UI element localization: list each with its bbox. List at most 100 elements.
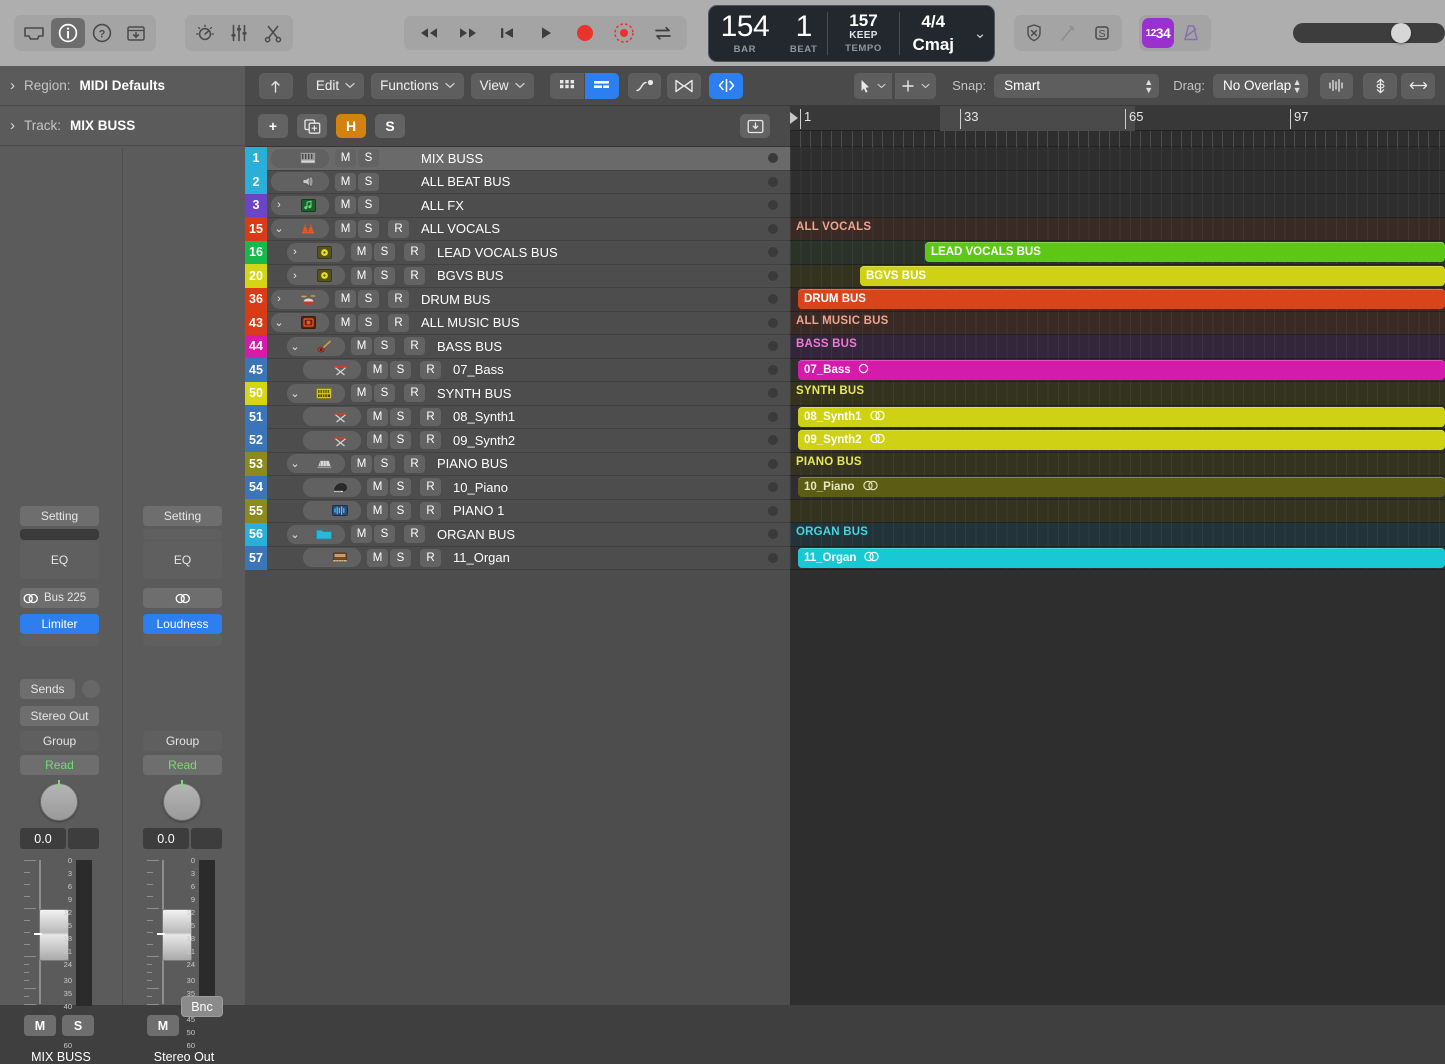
- track-number[interactable]: 45: [245, 358, 267, 382]
- mute-button[interactable]: M: [367, 408, 388, 426]
- track-row[interactable]: 53⌄MSRPIANO BUS: [245, 453, 790, 477]
- solo-button[interactable]: S: [358, 196, 379, 214]
- track-lane[interactable]: DRUM BUS: [790, 288, 1445, 312]
- track-icon-group[interactable]: ›: [271, 290, 329, 309]
- waveform-zoom-icon[interactable]: [1320, 73, 1354, 99]
- flex-icon[interactable]: [667, 73, 701, 99]
- solo-button[interactable]: S: [374, 455, 395, 473]
- track-automation-dot[interactable]: [768, 529, 778, 539]
- track-name[interactable]: ALL VOCALS: [421, 221, 768, 236]
- record-enable-button[interactable]: R: [420, 431, 441, 449]
- track-number[interactable]: 36: [245, 288, 267, 312]
- track-automation-dot[interactable]: [768, 247, 778, 257]
- bounce-button[interactable]: Bnc: [181, 996, 223, 1017]
- hide-tracks-toggle[interactable]: H: [336, 114, 366, 138]
- mute-button[interactable]: M: [351, 243, 372, 261]
- track-lane[interactable]: 09_Synth2: [790, 429, 1445, 453]
- track-name[interactable]: ORGAN BUS: [437, 527, 768, 542]
- collapse-tracks-icon[interactable]: [740, 114, 770, 138]
- circle-y-icon[interactable]: [303, 246, 345, 259]
- region[interactable]: 09_Synth2: [798, 430, 1445, 450]
- folder-icon[interactable]: [303, 528, 345, 540]
- track-icon-group[interactable]: ⌄: [287, 454, 345, 473]
- track-name[interactable]: PIANO 1: [453, 503, 768, 518]
- disclosure-open-icon[interactable]: ⌄: [271, 222, 287, 235]
- solo-button[interactable]: S: [374, 337, 395, 355]
- track-icon-group[interactable]: ›: [287, 243, 345, 262]
- track-lane[interactable]: [790, 147, 1445, 171]
- mute-button[interactable]: M: [367, 361, 388, 379]
- mute-button[interactable]: M: [367, 478, 388, 496]
- track-name[interactable]: BGVS BUS: [437, 268, 768, 283]
- organ-icon[interactable]: [319, 551, 361, 564]
- mute-button[interactable]: M: [367, 502, 388, 520]
- track-name[interactable]: BASS BUS: [437, 339, 768, 354]
- region[interactable]: BGVS BUS: [860, 266, 1445, 286]
- cycle-button[interactable]: [643, 18, 682, 48]
- track-name[interactable]: MIX BUSS: [421, 151, 768, 166]
- eq-display[interactable]: [20, 529, 99, 540]
- solo-button[interactable]: S: [374, 384, 395, 402]
- disclosure-closed-icon[interactable]: ›: [271, 293, 287, 305]
- track-row[interactable]: 55MSRPIANO 1: [245, 500, 790, 524]
- track-number[interactable]: 15: [245, 217, 267, 241]
- circle-y-icon[interactable]: [303, 269, 345, 282]
- inspector-icon[interactable]: [51, 18, 85, 48]
- mute-button[interactable]: M: [147, 1015, 179, 1036]
- eq-button[interactable]: EQ: [143, 541, 222, 579]
- track-number[interactable]: 55: [245, 499, 267, 523]
- track-name[interactable]: PIANO BUS: [437, 456, 768, 471]
- track-automation-dot[interactable]: [768, 506, 778, 516]
- mute-button[interactable]: M: [351, 525, 372, 543]
- track-row[interactable]: 57MSR11_Organ: [245, 547, 790, 571]
- solo-tracks-toggle[interactable]: S: [375, 114, 405, 138]
- record-enable-button[interactable]: R: [404, 243, 425, 261]
- mute-button[interactable]: M: [335, 314, 356, 332]
- chevron-right-icon[interactable]: ›: [10, 117, 15, 134]
- track-lane[interactable]: BGVS BUS: [790, 265, 1445, 289]
- record-enable-button[interactable]: R: [388, 220, 409, 238]
- lcd-chevron-icon[interactable]: ⌄: [974, 24, 987, 42]
- track-name[interactable]: LEAD VOCALS BUS: [437, 245, 768, 260]
- track-row[interactable]: 3›MSALL FX: [245, 194, 790, 218]
- track-icon-group[interactable]: [303, 360, 361, 379]
- setting-button[interactable]: Setting: [143, 506, 222, 526]
- master-volume-slider[interactable]: [1293, 23, 1445, 43]
- loop-icon[interactable]: [862, 480, 879, 494]
- track-row[interactable]: 44⌄MSRBASS BUS: [245, 335, 790, 359]
- track-icon-group[interactable]: [303, 501, 361, 520]
- track-automation-dot[interactable]: [768, 482, 778, 492]
- mute-button[interactable]: M: [335, 149, 356, 167]
- gain-value[interactable]: 0.0: [143, 828, 189, 849]
- track-icon-group[interactable]: ⌄: [271, 313, 329, 332]
- disclosure-open-icon[interactable]: ⌄: [287, 528, 303, 541]
- track-name[interactable]: ALL FX: [421, 198, 768, 213]
- track-name[interactable]: 10_Piano: [453, 480, 768, 495]
- group-button[interactable]: Group: [20, 731, 99, 751]
- track-automation-dot[interactable]: [768, 271, 778, 281]
- track-row[interactable]: 51MSR08_Synth1: [245, 406, 790, 430]
- track-icon-group[interactable]: ›: [271, 196, 329, 215]
- track-icon-group[interactable]: [303, 548, 361, 567]
- synth-icon[interactable]: [303, 387, 345, 400]
- audio-icon[interactable]: [319, 504, 361, 517]
- solo-icon[interactable]: S: [1085, 18, 1119, 48]
- track-lane[interactable]: 08_Synth1: [790, 406, 1445, 430]
- track-icon-group[interactable]: ⌄: [287, 384, 345, 403]
- navigate-up-icon[interactable]: [259, 73, 293, 99]
- track-number[interactable]: 1: [245, 147, 267, 171]
- track-lane[interactable]: BASS BUS: [790, 335, 1445, 359]
- send-knob[interactable]: [82, 680, 100, 698]
- disclosure-open-icon[interactable]: ⌄: [287, 387, 303, 400]
- insert-slot-stereo[interactable]: [143, 588, 222, 608]
- solo-button[interactable]: S: [390, 549, 411, 567]
- mute-button[interactable]: M: [335, 173, 356, 191]
- grand-piano-icon[interactable]: [319, 481, 361, 494]
- automation-mode-button[interactable]: Read: [20, 755, 99, 775]
- track-icon-group[interactable]: [271, 172, 329, 191]
- track-lane[interactable]: ALL MUSIC BUS: [790, 312, 1445, 336]
- sends-button[interactable]: Sends: [20, 679, 75, 699]
- track-name[interactable]: SYNTH BUS: [437, 386, 768, 401]
- note-icon[interactable]: [287, 199, 329, 212]
- disclosure-open-icon[interactable]: ⌄: [271, 316, 287, 329]
